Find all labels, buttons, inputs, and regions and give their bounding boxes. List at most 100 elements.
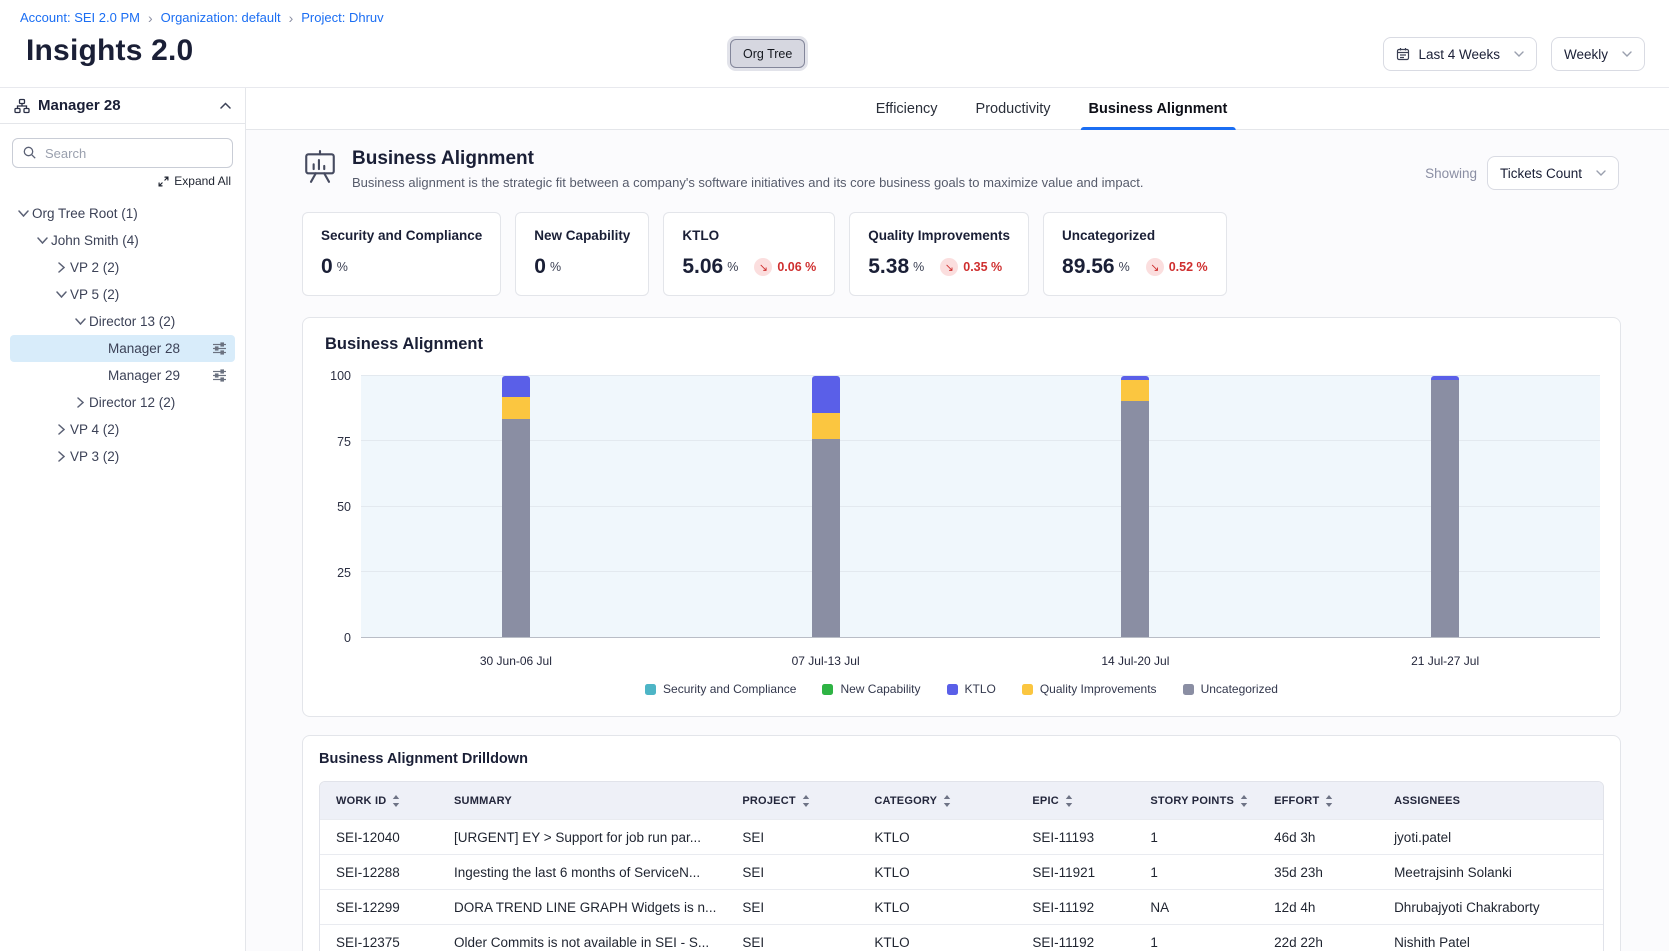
chevron-down-icon bbox=[1622, 51, 1632, 57]
column-header-project[interactable]: PROJECT bbox=[726, 782, 858, 819]
bar-segment-ktlo[interactable] bbox=[812, 376, 840, 413]
expand-all-button[interactable]: Expand All bbox=[14, 174, 231, 188]
stat-card-title: KTLO bbox=[682, 228, 816, 243]
tree-item-manager-28[interactable]: Manager 28 bbox=[10, 335, 235, 362]
sort-icon bbox=[392, 795, 400, 807]
gridline bbox=[361, 375, 1600, 376]
stat-card-unit: % bbox=[550, 260, 561, 274]
column-header-effort[interactable]: EFFORT bbox=[1258, 782, 1378, 819]
legend-item-ktlo[interactable]: KTLO bbox=[947, 682, 996, 696]
tree-item-vp-4-2[interactable]: VP 4 (2) bbox=[10, 416, 235, 443]
tune-icon[interactable] bbox=[212, 342, 227, 355]
stat-card-new-capability: New Capability0% bbox=[515, 212, 649, 296]
table-row[interactable]: SEI-12375Older Commits is not available … bbox=[320, 924, 1603, 951]
column-header-label: ASSIGNEES bbox=[1394, 795, 1460, 807]
legend-item-quality-improvements[interactable]: Quality Improvements bbox=[1022, 682, 1157, 696]
legend-swatch bbox=[822, 684, 833, 695]
sort-icon bbox=[802, 795, 810, 807]
breadcrumb-link[interactable]: Project: Dhruv bbox=[301, 10, 383, 25]
legend-item-uncategorized[interactable]: Uncategorized bbox=[1183, 682, 1278, 696]
chevron-up-icon[interactable] bbox=[220, 102, 231, 109]
bar-segment-uncategorized[interactable] bbox=[1431, 380, 1459, 637]
tune-icon[interactable] bbox=[212, 369, 227, 382]
tree-item-vp-5-2[interactable]: VP 5 (2) bbox=[10, 281, 235, 308]
cell-work-id: SEI-12288 bbox=[320, 854, 438, 889]
bar-segment-ktlo[interactable] bbox=[1431, 376, 1459, 380]
chevron-right-icon[interactable] bbox=[71, 397, 89, 408]
legend-label: New Capability bbox=[840, 682, 920, 696]
stat-card-unit: % bbox=[337, 260, 348, 274]
column-header-assignees: ASSIGNEES bbox=[1378, 782, 1603, 819]
column-header-category[interactable]: CATEGORY bbox=[858, 782, 1016, 819]
date-range-select[interactable]: Last 4 Weeks bbox=[1383, 37, 1537, 71]
sort-icon bbox=[1065, 795, 1073, 807]
chevron-right-icon[interactable] bbox=[52, 451, 70, 462]
table-row[interactable]: SEI-12288Ingesting the last 6 months of … bbox=[320, 854, 1603, 889]
cell-epic: SEI-11921 bbox=[1016, 854, 1134, 889]
bar-segment-quality-improvements[interactable] bbox=[502, 397, 530, 419]
tree-item-vp-3-2[interactable]: VP 3 (2) bbox=[10, 443, 235, 470]
trend-badge: ↘0.06 % bbox=[754, 258, 816, 276]
tab-efficiency[interactable]: Efficiency bbox=[874, 88, 940, 130]
y-axis-tick: 100 bbox=[330, 369, 351, 383]
stat-card-value-row: 0% bbox=[534, 255, 630, 279]
stacked-bar bbox=[502, 376, 530, 637]
column-header-story-points[interactable]: STORY POINTS bbox=[1134, 782, 1258, 819]
legend-item-security-and-compliance[interactable]: Security and Compliance bbox=[645, 682, 796, 696]
tab-business-alignment[interactable]: Business Alignment bbox=[1086, 88, 1229, 130]
table-row[interactable]: SEI-12299DORA TREND LINE GRAPH Widgets i… bbox=[320, 889, 1603, 924]
breadcrumb-link[interactable]: Organization: default bbox=[161, 10, 281, 25]
tree-item-director-12-2[interactable]: Director 12 (2) bbox=[10, 389, 235, 416]
stat-card-value: 0 bbox=[321, 255, 333, 279]
search-input[interactable] bbox=[12, 138, 233, 168]
trend-badge: ↘0.52 % bbox=[1146, 258, 1208, 276]
column-header-epic[interactable]: EPIC bbox=[1016, 782, 1134, 819]
stat-card-value-row: 5.06%↘0.06 % bbox=[682, 255, 816, 279]
gridline bbox=[361, 440, 1600, 441]
tabs-bar: Efficiency Productivity Business Alignment bbox=[246, 88, 1669, 130]
breadcrumb-link[interactable]: Account: SEI 2.0 PM bbox=[20, 10, 140, 25]
cell-category: KTLO bbox=[858, 924, 1016, 951]
bar-segment-uncategorized[interactable] bbox=[1121, 401, 1149, 637]
chevron-down-icon[interactable] bbox=[71, 318, 89, 325]
trend-delta-value: 0.06 % bbox=[777, 260, 816, 274]
column-header-work-id[interactable]: WORK ID bbox=[320, 782, 438, 819]
bar-segment-uncategorized[interactable] bbox=[502, 419, 530, 637]
chevron-down-icon[interactable] bbox=[14, 210, 32, 217]
column-header-label: PROJECT bbox=[742, 795, 796, 807]
org-tree-button[interactable]: Org Tree bbox=[730, 39, 805, 68]
chevron-down-icon[interactable] bbox=[33, 237, 51, 244]
sort-icon bbox=[1240, 795, 1248, 807]
search-icon bbox=[22, 145, 37, 160]
bar-segment-uncategorized[interactable] bbox=[812, 439, 840, 637]
legend-label: Security and Compliance bbox=[663, 682, 796, 696]
tree-item-john-smith-4[interactable]: John Smith (4) bbox=[10, 227, 235, 254]
cell-effort: 12d 4h bbox=[1258, 889, 1378, 924]
tree-item-org-tree-root-1[interactable]: Org Tree Root (1) bbox=[10, 200, 235, 227]
bar-segment-quality-improvements[interactable] bbox=[812, 413, 840, 439]
chevron-down-icon[interactable] bbox=[52, 291, 70, 298]
cell-project: SEI bbox=[726, 819, 858, 854]
bar-segment-quality-improvements[interactable] bbox=[1121, 380, 1149, 401]
calendar-icon bbox=[1396, 47, 1410, 61]
tree-item-vp-2-2[interactable]: VP 2 (2) bbox=[10, 254, 235, 281]
presentation-chart-icon bbox=[302, 150, 338, 184]
chevron-right-icon[interactable] bbox=[52, 262, 70, 273]
tree-item-manager-29[interactable]: Manager 29 bbox=[10, 362, 235, 389]
legend-item-new-capability[interactable]: New Capability bbox=[822, 682, 920, 696]
chevron-down-icon bbox=[1514, 51, 1524, 57]
showing-select[interactable]: Tickets Count bbox=[1487, 156, 1619, 190]
stacked-bar bbox=[812, 376, 840, 637]
granularity-select[interactable]: Weekly bbox=[1551, 37, 1645, 71]
tree-item-director-13-2[interactable]: Director 13 (2) bbox=[10, 308, 235, 335]
stat-card-unit: % bbox=[1119, 260, 1130, 274]
legend-swatch bbox=[1022, 684, 1033, 695]
table-row[interactable]: SEI-12040[URGENT] EY > Support for job r… bbox=[320, 819, 1603, 854]
legend-swatch bbox=[1183, 684, 1194, 695]
stat-card-ktlo: KTLO 5.06%↘0.06 % bbox=[663, 212, 835, 296]
gridline bbox=[361, 506, 1600, 507]
bar-segment-ktlo[interactable] bbox=[1121, 376, 1149, 380]
tab-productivity[interactable]: Productivity bbox=[974, 88, 1053, 130]
bar-segment-ktlo[interactable] bbox=[502, 376, 530, 397]
chevron-right-icon[interactable] bbox=[52, 424, 70, 435]
